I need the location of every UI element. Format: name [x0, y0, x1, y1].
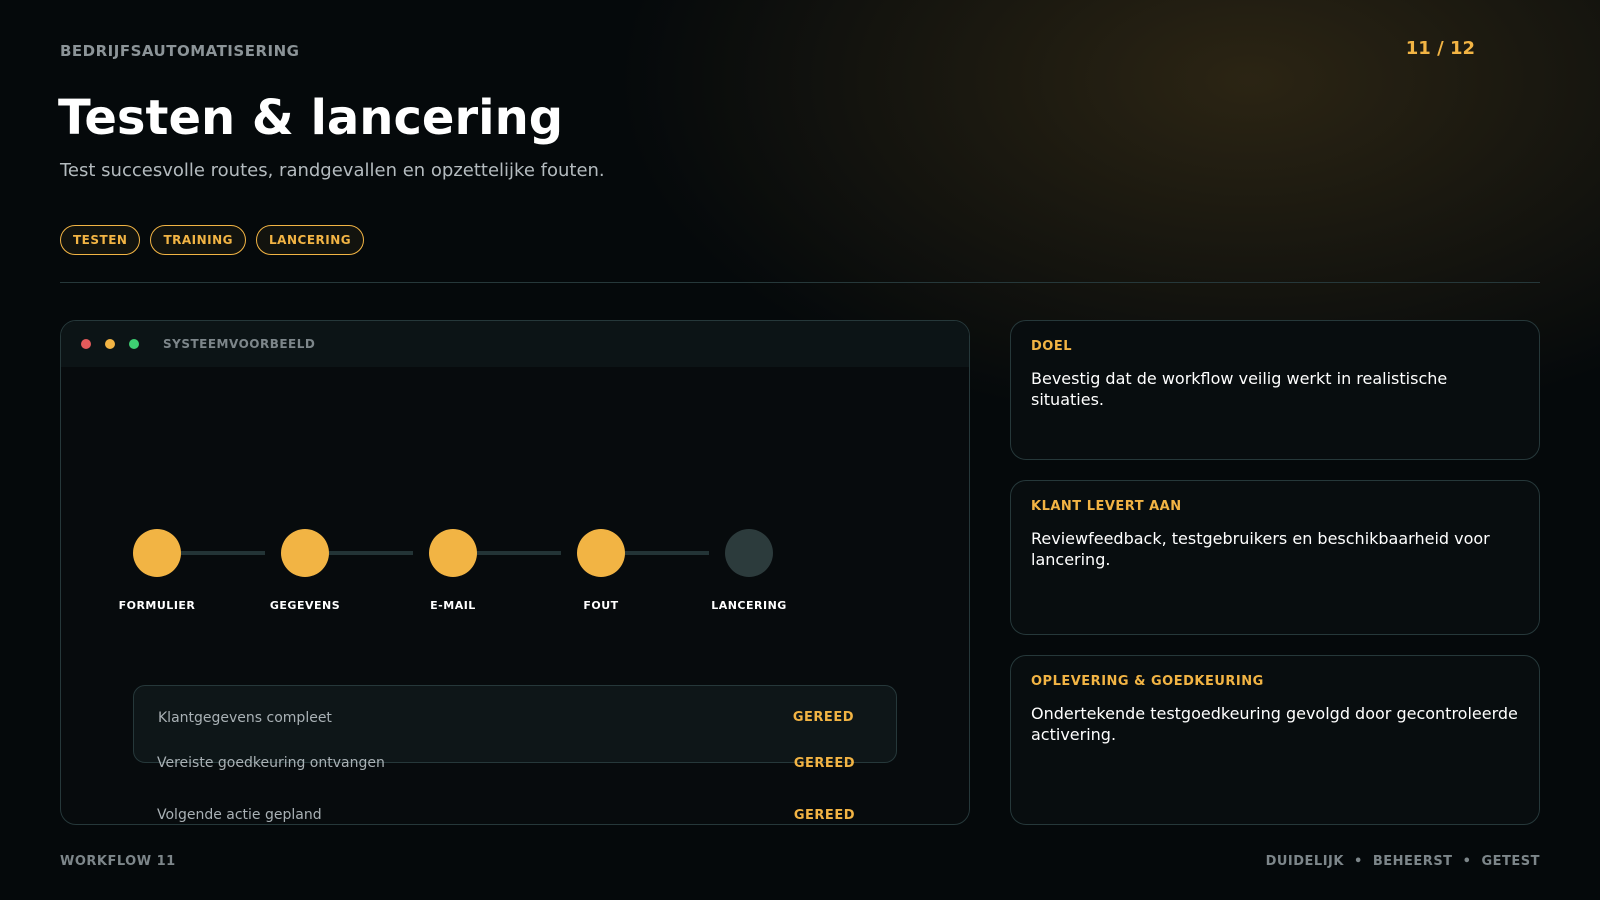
card-text: Ondertekende testgoedkeuring gevolgd doo… [1031, 704, 1518, 744]
tag-list: TESTEN TRAINING LANCERING [60, 225, 365, 255]
page-subtitle: Test succesvolle routes, randgevallen en… [60, 160, 605, 181]
footer-tagline: DUIDELIJK • BEHEERST • GETEST [1265, 854, 1540, 869]
checklist-status-badge: GEREED [792, 710, 854, 725]
card-text: Reviewfeedback, testgebruikers en beschi… [1031, 529, 1490, 569]
checklist-row: Vereiste goedkeuring ontvangen GEREED [133, 737, 897, 789]
step-status-icon [577, 529, 625, 577]
info-card-oplevering-goedkeuring: OPLEVERING & GOEDKEURING Ondertekende te… [1010, 655, 1540, 825]
checklist-item-text: Klantgegevens compleet [158, 710, 332, 726]
step-status-icon [429, 529, 477, 577]
tag-testen: TESTEN [60, 225, 141, 255]
workflow-step-fout: FOUT [531, 529, 671, 612]
step-label: GEGEVENS [269, 599, 341, 612]
eyebrow-label: BEDRIJFSAUTOMATISERING [60, 42, 300, 60]
workflow-step-email: E-MAIL [383, 529, 523, 612]
checklist-status-badge: GEREED [793, 807, 855, 823]
tag-lancering: LANCERING [256, 225, 365, 255]
checklist-item-text: Vereiste goedkeuring ontvangen [157, 755, 385, 771]
page-title: Testen & lancering [58, 90, 564, 146]
checklist-item-text: Volgende actie gepland [157, 807, 322, 823]
info-card-klant-levert-aan: KLANT LEVERT AAN Reviewfeedback, testgeb… [1010, 480, 1540, 635]
system-preview-window: SYSTEEMVOORBEELD FORMULIER GEGEVENS E-MA… [60, 320, 970, 825]
step-label: FORMULIER [118, 599, 196, 612]
workflow-step-gegevens: GEGEVENS [235, 529, 375, 612]
checklist-status-badge: GEREED [793, 755, 855, 771]
workflow-step-formulier: FORMULIER [87, 529, 227, 612]
card-label: DOEL [1031, 339, 1073, 354]
tag-training: TRAINING [150, 225, 247, 255]
step-status-icon [281, 529, 329, 577]
step-status-icon [725, 529, 773, 577]
workflow-step-lancering: LANCERING [679, 529, 819, 612]
info-card-doel: DOEL Bevestig dat de workflow veilig wer… [1010, 320, 1540, 460]
card-label: KLANT LEVERT AAN [1031, 499, 1182, 514]
step-label: E-MAIL [430, 599, 476, 612]
header-divider [60, 282, 1540, 283]
step-label: FOUT [583, 599, 619, 612]
checklist: Klantgegevens compleet GEREED Vereiste g… [133, 685, 897, 824]
page-number: 11 / 12 [1405, 38, 1475, 59]
footer-workflow-label: WORKFLOW 11 [60, 854, 176, 869]
card-text: Bevestig dat de workflow veilig werkt in… [1031, 369, 1448, 409]
step-status-icon [133, 529, 181, 577]
step-label: LANCERING [711, 599, 787, 612]
card-label: OPLEVERING & GOEDKEURING [1031, 674, 1264, 689]
checklist-row: Volgende actie gepland GEREED [133, 789, 897, 824]
